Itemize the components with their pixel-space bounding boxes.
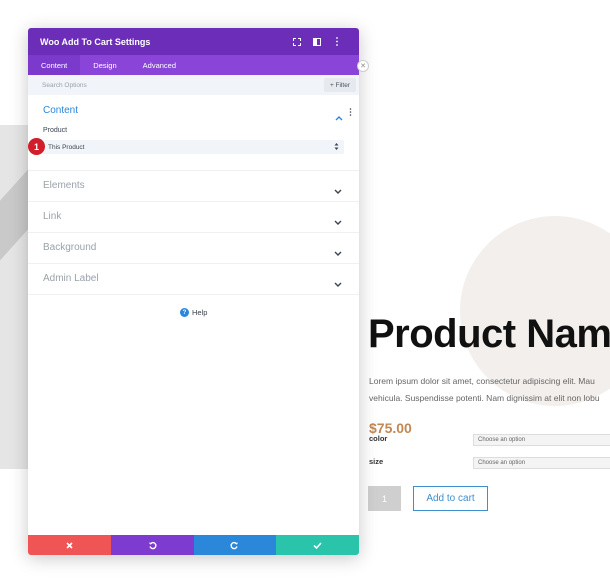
fullscreen-icon[interactable] (287, 37, 307, 46)
product-description-line: Lorem ipsum dolor sit amet, consectetur … (369, 376, 595, 386)
kebab-icon[interactable] (327, 37, 347, 46)
redo-button[interactable] (193, 535, 277, 555)
content-section-title[interactable]: Content (43, 105, 78, 116)
section-link[interactable]: Link (28, 201, 359, 232)
filter-button[interactable]: + Filter (323, 78, 356, 92)
help-label: Help (192, 308, 208, 317)
modal-header: Woo Add To Cart Settings (28, 28, 359, 55)
builder-canvas: Product Name Lorem ipsum dolor sit amet,… (0, 0, 610, 584)
step-badge: 1 (28, 138, 45, 155)
select-arrows-icon (334, 142, 339, 153)
tab-advanced[interactable]: Advanced (130, 55, 189, 75)
product-field-label: Product (43, 127, 68, 134)
section-divider (28, 294, 359, 295)
section-label: Elements (43, 180, 85, 191)
undo-icon (148, 541, 157, 549)
help-icon: ? (180, 308, 189, 317)
chevron-down-icon (334, 213, 342, 231)
section-label: Background (43, 242, 97, 253)
variation-select-color[interactable]: Choose an option (473, 434, 610, 446)
close-icon (66, 541, 73, 549)
tab-bar: Content Design Advanced (28, 55, 359, 75)
product-select-value: This Product (48, 143, 85, 151)
close-icon[interactable]: ✕ (357, 60, 369, 72)
search-input[interactable]: Search Options (42, 82, 345, 89)
help-link[interactable]: ? Help (180, 308, 207, 317)
section-label: Link (43, 211, 62, 222)
section-admin-label[interactable]: Admin Label (28, 263, 359, 294)
modal-footer (28, 535, 359, 555)
undo-button[interactable] (110, 535, 194, 555)
chevron-down-icon (334, 244, 342, 262)
chevron-down-icon (334, 182, 342, 200)
tab-design[interactable]: Design (80, 55, 129, 75)
add-to-cart-button[interactable]: Add to cart (413, 486, 488, 511)
modal-title: Woo Add To Cart Settings (40, 36, 151, 47)
redo-icon (230, 541, 239, 549)
variation-label-color: color (369, 434, 388, 443)
tab-content[interactable]: Content (28, 55, 81, 75)
product-description-line: vehicula. Suspendisse potenti. Nam digni… (369, 393, 600, 403)
section-background[interactable]: Background (28, 232, 359, 263)
quantity-input[interactable]: 1 (368, 486, 401, 511)
chevron-up-icon[interactable] (335, 108, 343, 126)
split-view-icon[interactable] (307, 37, 327, 46)
product-select[interactable]: This Product (43, 140, 344, 154)
save-button[interactable] (276, 535, 359, 555)
section-options-icon[interactable] (349, 108, 352, 118)
search-options-bar: Search Options + Filter (28, 75, 359, 95)
check-icon (313, 541, 322, 549)
section-label: Admin Label (43, 273, 99, 284)
settings-modal: Woo Add To Cart Settings Content Design … (28, 28, 359, 555)
chevron-down-icon (334, 275, 342, 293)
variation-label-size: size (369, 457, 384, 466)
product-title: Product Name (368, 312, 610, 356)
cancel-button[interactable] (28, 535, 111, 555)
section-elements[interactable]: Elements (28, 170, 359, 201)
variation-select-size[interactable]: Choose an option (473, 457, 610, 469)
